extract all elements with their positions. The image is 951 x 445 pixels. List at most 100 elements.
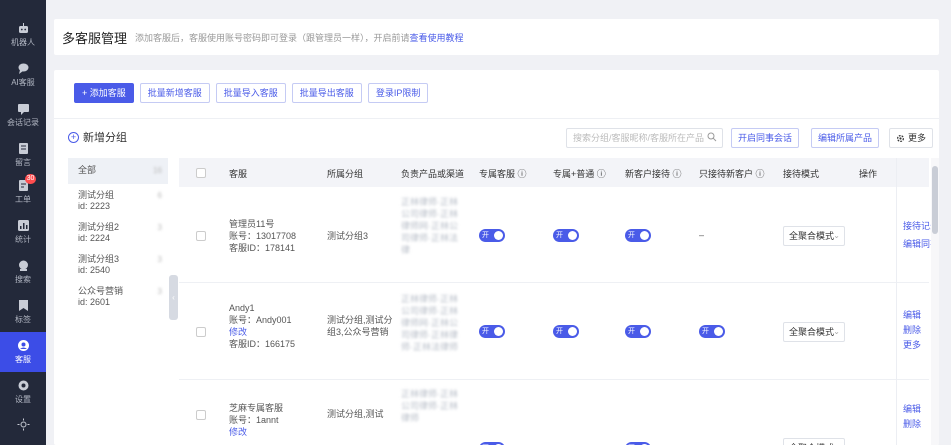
column-header: 新客户接待 ⓘ <box>625 169 682 179</box>
op-link[interactable]: 删除 <box>903 417 921 432</box>
group-item[interactable]: 测试分组 id: 2223 6 <box>68 188 168 218</box>
sidebar-item-label: 标签 <box>15 315 31 324</box>
sidebar-item-2[interactable]: AI客服 <box>0 55 46 95</box>
sidebar-item-4[interactable]: 留言 <box>0 135 46 175</box>
mixed-toggle[interactable]: 开 <box>553 228 579 242</box>
agent-name: 芝麻专属客服 <box>229 403 284 413</box>
ip-limit-button[interactable]: 登录IP限制 <box>367 83 429 103</box>
reception-mode-select[interactable]: 全聚合模式⌄ <box>783 321 845 342</box>
group-item[interactable]: 测试分组2 id: 2224 3 <box>68 220 168 250</box>
sidebar-item-3[interactable]: 会话记录 <box>0 95 46 135</box>
table-row: 芝麻专属客服账号：1annt修改测试分组,测试正林律师·正林公司律师·正林律师开… <box>179 380 929 445</box>
search-icon <box>707 132 717 142</box>
page-header: 多客服管理 添加客服后，客服使用账号密码即可登录（跟管理员一样），开启前请 查看… <box>54 19 939 55</box>
row-checkbox[interactable] <box>196 326 206 337</box>
column-header: 接待模式 <box>783 169 820 179</box>
group-count: 16 <box>153 166 162 175</box>
column-header: 所属分组 <box>327 169 364 179</box>
group-id: id: 2223 <box>78 201 111 211</box>
agent-name: 管理员11号 <box>229 219 275 229</box>
bookmark-icon <box>18 300 28 311</box>
sidebar-item-label: 工单 <box>15 195 31 204</box>
agent-group: 测试分组,测试 <box>327 409 384 419</box>
edit-account-link[interactable]: 修改 <box>229 326 295 338</box>
tutorial-link[interactable]: 查看使用教程 <box>410 31 464 44</box>
sidebar: 机器人 AI客服 会话记录 留言 工单 30 统计 搜索 标签 客服 设置 <box>0 0 46 445</box>
sun-icon <box>17 418 29 430</box>
scrollbar-thumb[interactable] <box>932 166 938 234</box>
chevron-down-icon: ⌄ <box>833 230 840 240</box>
sidebar-item-5[interactable]: 工单 30 <box>0 172 46 212</box>
agent-account: 账号：13017708 <box>229 231 297 241</box>
more-label: 更多 <box>908 133 927 143</box>
batch-import-button[interactable]: 批量导入客服 <box>215 83 286 103</box>
op-link[interactable]: 删除 <box>903 323 921 338</box>
dedicated-toggle[interactable]: 开 <box>479 324 505 338</box>
add-agent-button[interactable]: + 添加客服 <box>74 83 134 103</box>
table-header: 客服 所属分组 负责产品或渠道 专属客服 ⓘ 专属+普通 ⓘ 新客户接待 ⓘ 只接待新客户 … <box>179 158 929 187</box>
search-icon <box>18 260 28 271</box>
mixed-toggle[interactable]: 开 <box>553 324 579 338</box>
group-item[interactable]: 公众号营销 id: 2601 3 <box>68 284 168 314</box>
sidebar-item-label: 搜索 <box>15 275 31 284</box>
group-item[interactable]: 全部 16 <box>68 158 168 184</box>
page-title: 多客服管理 <box>62 30 128 46</box>
collapse-handle[interactable]: ‹ <box>169 275 178 320</box>
sidebar-item-label: 会话记录 <box>7 118 39 127</box>
agent-account: 账号：1annt <box>229 415 279 425</box>
edit-account-link[interactable]: 修改 <box>229 426 283 438</box>
main-area: 多客服管理 添加客服后，客服使用账号密码即可登录（跟管理员一样），开启前请 查看… <box>46 0 951 445</box>
only-new-customer-toggle[interactable]: 开 <box>699 324 725 338</box>
sidebar-item-label: AI客服 <box>11 78 35 87</box>
sidebar-item-8[interactable]: 标签 <box>0 292 46 332</box>
sidebar-item-11[interactable] <box>0 405 46 445</box>
sidebar-item-7[interactable]: 搜索 <box>0 252 46 292</box>
add-group-button[interactable]: + 新增分组 <box>68 129 127 145</box>
sidebar-item-label: 留言 <box>15 158 31 167</box>
column-header: 只接待新客户 ⓘ <box>699 169 765 179</box>
content-card: + 添加客服 批量新增客服 批量导入客服 批量导出客服 登录IP限制 + 新增分… <box>54 70 939 445</box>
column-header: 客服 <box>229 169 248 179</box>
chevron-down-icon: ⌄ <box>833 439 840 445</box>
group-name: 测试分组 <box>78 190 115 200</box>
row-checkbox[interactable] <box>196 410 206 420</box>
chart-icon <box>17 220 29 231</box>
dedicated-toggle[interactable]: 开 <box>479 228 505 242</box>
sidebar-item-9[interactable]: 客服 <box>0 332 46 372</box>
more-button[interactable]: 更多 <box>889 128 934 148</box>
reception-mode-select[interactable]: 全聚合模式⌄ <box>783 438 845 445</box>
sidebar-item-1[interactable]: 机器人 <box>0 15 46 55</box>
new-customer-toggle[interactable]: 开 <box>625 228 651 242</box>
sidebar-item-label: 机器人 <box>11 38 35 47</box>
group-count: 6 <box>157 191 162 200</box>
vertical-scrollbar[interactable] <box>931 158 939 445</box>
agent-products: 正林律师·正林公司律师·正林律师 <box>401 389 458 423</box>
op-link[interactable]: 编辑 <box>903 402 921 417</box>
group-name: 测试分组2 <box>78 222 120 232</box>
group-count: 3 <box>157 287 162 296</box>
agent-name: Andy1 <box>229 303 255 313</box>
sidebar-item-6[interactable]: 统计 <box>0 212 46 252</box>
batch-export-button[interactable]: 批量导出客服 <box>291 83 362 103</box>
new-customer-toggle[interactable]: 开 <box>625 324 651 338</box>
operation-column-divider <box>896 158 897 445</box>
group-id: id: 2601 <box>78 297 111 307</box>
agent-group: 测试分组3 <box>327 230 369 241</box>
batch-add-button[interactable]: 批量新增客服 <box>139 83 210 103</box>
agent-icon <box>17 340 29 351</box>
reception-mode-select[interactable]: 全聚合模式⌄ <box>783 225 845 246</box>
agent-id: 客服ID：178141 <box>229 243 296 253</box>
sidebar-item-label: 客服 <box>15 355 31 364</box>
group-name: 公众号营销 <box>78 286 124 296</box>
row-checkbox[interactable] <box>196 230 206 241</box>
search-input[interactable]: 搜索分组/客服昵称/客服所在产品 <box>566 128 723 148</box>
group-item[interactable]: 测试分组3 id: 2540 3 <box>68 252 168 282</box>
select-all-checkbox[interactable] <box>196 168 206 178</box>
edit-product-button[interactable]: 编辑所属产品 <box>811 128 880 148</box>
group-id: id: 2224 <box>78 233 111 243</box>
op-link[interactable]: 编辑 <box>903 308 921 323</box>
op-link[interactable]: 更多 <box>903 338 921 353</box>
colleague-chat-button[interactable]: 开启同事会话 <box>731 128 800 148</box>
column-header: 操作 <box>859 169 878 179</box>
group-name: 测试分组3 <box>78 254 120 264</box>
